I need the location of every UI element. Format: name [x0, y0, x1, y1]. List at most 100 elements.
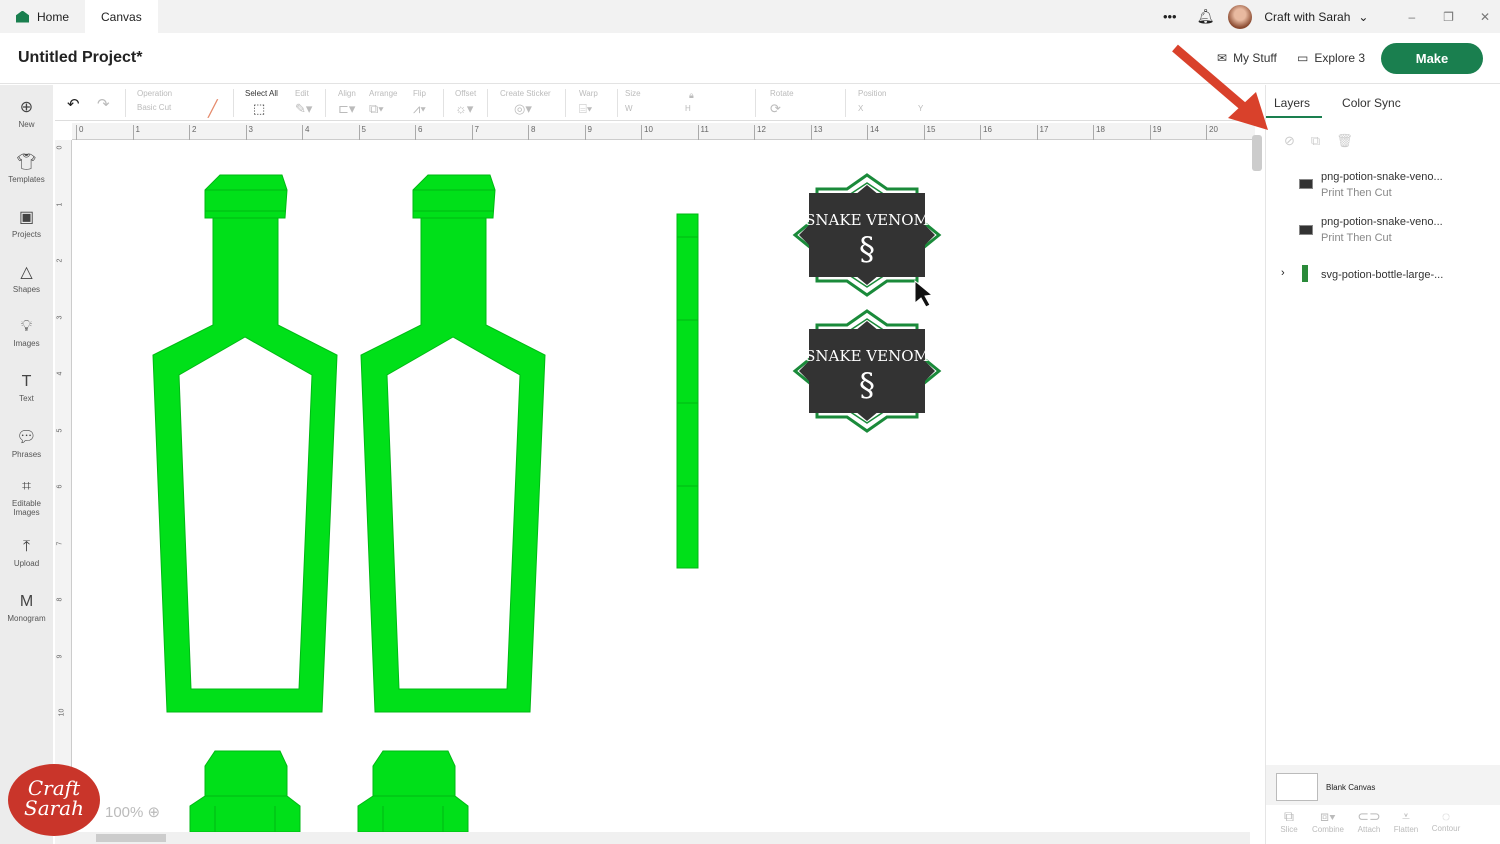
tab-layers[interactable]: Layers [1266, 96, 1323, 118]
edit-button[interactable]: Edit ✎▾ [295, 89, 312, 117]
avatar[interactable] [1228, 4, 1253, 29]
zoom-level[interactable]: 100% ⊕ [105, 803, 160, 821]
horizontal-scrollbar[interactable] [60, 832, 1250, 844]
bottle-shape[interactable] [360, 174, 546, 713]
operation-value: Basic Cut [137, 103, 172, 112]
blank-canvas-row[interactable]: Blank Canvas [1266, 765, 1500, 805]
layer-item[interactable]: png-potion-snake-veno... Print Then Cut [1321, 216, 1443, 244]
sidebar-item-monogram[interactable]: M Monogram [0, 580, 53, 635]
slice-icon: ⧉ [1284, 808, 1294, 824]
canvas-drawing: SNAKE VENOM § SNAKE VENOM § [152, 173, 941, 833]
duplicate-icon[interactable]: ⧉ [1311, 133, 1336, 148]
bottle-shape[interactable] [152, 174, 338, 713]
sidebar-item-label: New [18, 119, 35, 129]
sidebar-item-shapes[interactable]: △ Shapes [0, 250, 53, 305]
sidebar-item-projects[interactable]: ▣ Projects [0, 195, 53, 250]
my-stuff-label: My Stuff [1233, 51, 1277, 65]
canvas-area[interactable]: 0 1 2 3 4 5 6 7 8 9 10 11 12 13 14 15 16 17 18 19 20 0123456… [55, 121, 1255, 844]
flatten-button[interactable]: ⩡ Flatten [1388, 808, 1424, 834]
close-button[interactable]: ✕ [1480, 10, 1490, 24]
sidebar-item-label: Projects [12, 229, 41, 239]
rotate-icon[interactable]: ⟳ [770, 101, 794, 117]
combine-button[interactable]: ⧈▾ Combine [1310, 808, 1346, 834]
restore-button[interactable]: ❐ [1443, 10, 1454, 24]
project-title[interactable]: Untitled Project* [18, 49, 142, 67]
width-field[interactable]: W [625, 104, 685, 113]
sidebar-item-label: Shapes [12, 284, 41, 294]
contour-button[interactable]: ◌ Contour [1428, 808, 1464, 833]
bottle-thumbnail [1302, 265, 1308, 282]
y-field[interactable]: Y [918, 104, 923, 113]
tab-canvas[interactable]: Canvas [85, 0, 158, 33]
height-field[interactable]: H [685, 104, 691, 113]
toolbar: ↶ ↷ Operation Basic Cut ╱ Select All ⬚ Edi… [55, 85, 1255, 121]
operation-dropdown[interactable]: Operation Basic Cut [137, 89, 172, 112]
operation-label: Operation [137, 89, 173, 98]
sidebar-item-label: Phrases [11, 449, 42, 459]
projects-icon: ▣ [18, 208, 35, 226]
layers-panel: Layers Color Sync ⊘⧉🗑︎ png-potion-snake-… [1265, 85, 1500, 844]
flip-button[interactable]: Flip ⩘▾ [413, 89, 426, 117]
bottle-shape-partial[interactable] [357, 750, 469, 833]
sidebar-item-bulb[interactable]: 💡︎ Images [0, 305, 53, 360]
slice-button[interactable]: ⧉ Slice [1271, 808, 1307, 834]
delete-icon[interactable]: 🗑︎ [1336, 133, 1369, 148]
sidebar-item-label: Images [13, 338, 40, 348]
sidebar-item-T[interactable]: T Text [0, 360, 53, 415]
bell-icon[interactable]: 🔔︎ [1197, 8, 1215, 25]
sidebar-item-speech[interactable]: 💬︎ Phrases [0, 415, 53, 470]
tab-home[interactable]: Home [0, 0, 85, 33]
sidebar-item-editable[interactable]: ⌗ Editable Images [0, 470, 53, 525]
tab-label: Canvas [101, 9, 142, 24]
select-all-icon: ⬚ [253, 101, 266, 116]
vertical-scrollbar[interactable] [1252, 135, 1262, 171]
warp-label: Warp [579, 89, 598, 98]
make-button[interactable]: Make [1381, 43, 1483, 74]
sidebar-item-shirt[interactable]: 👕︎ Templates [0, 140, 53, 195]
machine-button[interactable]: ▭ Explore 3 [1297, 51, 1365, 65]
sidebar-item-plus-circle[interactable]: ⊕ New [0, 85, 53, 140]
lock-icon[interactable]: 🔒︎ [689, 90, 694, 101]
arrange-button[interactable]: Arrange ⧉▾ [369, 89, 397, 117]
sidebar-item-label: Upload [13, 558, 40, 568]
x-field[interactable]: X [858, 104, 918, 113]
flatten-label: Flatten [1393, 825, 1419, 834]
contour-icon: ◌ [1441, 808, 1451, 824]
zoom-in-icon[interactable]: ⊕ [148, 804, 161, 821]
canvas-swatch[interactable] [1276, 773, 1318, 801]
account-name[interactable]: Craft with Sarah [1264, 10, 1350, 24]
attach-button[interactable]: ⊂⊃ Attach [1351, 808, 1387, 834]
layer-group[interactable]: svg-potion-bottle-large-... [1321, 269, 1443, 281]
tab-color-sync[interactable]: Color Sync [1342, 96, 1401, 110]
rotate-group: Rotate ⟳ [770, 89, 794, 117]
layer-name: png-potion-snake-veno... [1321, 171, 1443, 183]
more-icon[interactable]: ••• [1163, 9, 1177, 24]
select-all-button[interactable]: Select All ⬚ [245, 89, 278, 117]
layer-item[interactable]: png-potion-snake-veno... Print Then Cut [1321, 171, 1443, 199]
undo-icon[interactable]: ↶ [67, 95, 80, 113]
offset-icon: ☼▾ [455, 101, 474, 116]
my-stuff-button[interactable]: ✉ My Stuff [1217, 51, 1277, 65]
plus-circle-icon: ⊕ [19, 98, 34, 116]
chevron-right-icon[interactable]: › [1281, 267, 1285, 279]
create-sticker-button[interactable]: Create Sticker ◎▾ [500, 89, 551, 117]
flip-label: Flip [413, 89, 426, 98]
edit-label: Edit [295, 89, 309, 98]
align-button[interactable]: Align ⊏▾ [338, 89, 356, 117]
align-label: Align [338, 89, 356, 98]
snake-venom-label[interactable]: SNAKE VENOM § [793, 309, 941, 433]
chevron-down-icon[interactable]: ⌄ [1358, 10, 1368, 24]
snake-venom-label[interactable]: SNAKE VENOM § [793, 173, 941, 297]
strip-shape[interactable] [676, 213, 699, 569]
minimize-button[interactable]: – [1408, 10, 1415, 24]
home-icon [16, 10, 29, 23]
offset-button[interactable]: Offset ☼▾ [455, 89, 476, 117]
bottle-shape-partial[interactable] [189, 750, 301, 833]
sidebar-item-upload[interactable]: ⤒ Upload [0, 525, 53, 580]
warp-button[interactable]: Warp ⌸▾ [579, 89, 598, 117]
label-text: SNAKE VENOM [805, 347, 929, 365]
pen-color-icon[interactable]: ╱ [208, 99, 218, 119]
attach-icon: ⊂⊃ [1357, 808, 1381, 824]
redo-icon[interactable]: ↷ [97, 95, 110, 113]
hide-icon[interactable]: ⊘ [1284, 133, 1311, 148]
